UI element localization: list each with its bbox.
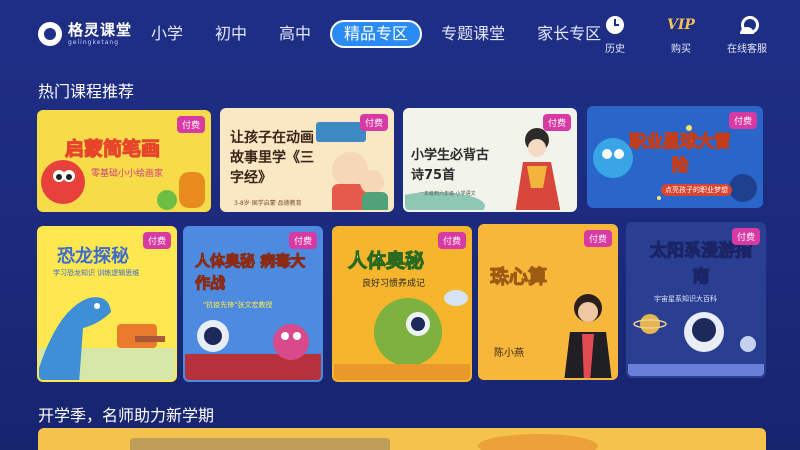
brand-logo: 格灵课堂 gelingketang (38, 22, 132, 46)
paid-badge: 付费 (731, 228, 760, 245)
customer-service-icon (738, 16, 759, 34)
course-subtitle: "抗疫先锋"张文宏教授 (203, 301, 273, 309)
course-title: 恐龙探秘 (57, 246, 129, 267)
course-title: 人体奥秘 病毒大作战 (195, 252, 306, 293)
course-title: 太阳系漫游指南 (650, 241, 753, 288)
course-subtitle: 良好习惯养成记 (362, 279, 426, 289)
nav-tab-junior-high[interactable]: 初中 (202, 20, 260, 48)
course-card[interactable]: 人体奥秘 良好习惯养成记 付费 (332, 226, 472, 382)
course-card[interactable]: 启蒙简笔画 零基础小小绘画家 付费 (37, 110, 211, 212)
main-nav: 小学 初中 高中 精品专区 专题课堂 家长专区 (138, 20, 620, 48)
course-title: 人体奥秘 (347, 250, 425, 273)
paid-badge: 付费 (176, 116, 205, 133)
vip-icon: VIP (667, 17, 695, 33)
brand-name: 格灵课堂 (68, 20, 133, 39)
banner-decoration (130, 438, 390, 450)
school-season-banner[interactable] (38, 428, 766, 450)
course-title: 珠心算 (489, 266, 548, 289)
brand-pinyin: gelingketang (68, 38, 120, 46)
course-card[interactable]: 小学生必背古诗75首 一年级到六年级·小学语文 付费 (403, 108, 577, 212)
course-card[interactable]: 人体奥秘 病毒大作战 "抗疫先锋"张文宏教授 付费 (183, 226, 323, 382)
paid-badge: 付费 (728, 112, 757, 129)
course-title: 启蒙简笔画 (64, 138, 161, 161)
nav-tab-senior-high[interactable]: 高中 (266, 20, 324, 48)
paid-badge: 付费 (437, 232, 466, 249)
course-title: 职业星球大冒险 (629, 132, 732, 177)
history-label: 历史 (605, 44, 625, 55)
paid-badge: 付费 (583, 230, 612, 247)
purchase-button[interactable]: VIP 购买 (658, 14, 704, 55)
course-card[interactable]: 职业星球大冒险 点亮孩子的职业梦想 付费 (587, 106, 763, 208)
customer-service-button[interactable]: 在线客服 (724, 14, 770, 55)
nav-tab-topic-class[interactable]: 专题课堂 (428, 20, 518, 48)
nav-tab-primary-school[interactable]: 小学 (138, 20, 196, 48)
course-subtitle: 宇宙星系知识大百科 (654, 295, 717, 303)
history-button[interactable]: 历史 (592, 14, 638, 55)
course-subtitle: 一年级到六年级·小学语文 (419, 191, 476, 197)
course-card[interactable]: 让孩子在动画故事里学《三字经》 3-8岁·国学启蒙·品德教育 付费 (220, 108, 394, 212)
section-title-hot-courses: 热门课程推荐 (38, 82, 135, 101)
paid-badge: 付费 (542, 114, 571, 131)
clock-icon (606, 16, 624, 34)
course-subtitle: 3-8岁·国学启蒙·品德教育 (234, 200, 302, 207)
course-subtitle: 陈小燕 (494, 348, 524, 359)
paid-badge: 付费 (359, 114, 388, 131)
course-title: 让孩子在动画故事里学《三字经》 (230, 130, 314, 186)
course-subtitle: 点亮孩子的职业梦想 (661, 184, 732, 196)
course-subtitle: 零基础小小绘画家 (91, 169, 164, 179)
customer-service-label: 在线客服 (727, 44, 767, 55)
logo-icon (38, 22, 62, 46)
course-title: 小学生必背古诗75首 (411, 148, 490, 183)
paid-badge: 付费 (288, 232, 317, 249)
header-actions: 历史 VIP 购买 在线客服 (592, 14, 770, 55)
course-card[interactable]: 恐龙探秘 学习恐龙知识 训练逻辑思维 付费 (37, 226, 177, 382)
course-subtitle: 学习恐龙知识 训练逻辑思维 (53, 269, 140, 277)
course-card[interactable]: 珠心算 陈小燕 付费 (478, 224, 618, 380)
purchase-label: 购买 (671, 44, 691, 55)
banner-decoration (478, 434, 598, 450)
nav-tab-premium-zone[interactable]: 精品专区 (330, 20, 423, 48)
section-title-school-season: 开学季，名师助力新学期 (38, 406, 215, 425)
paid-badge: 付费 (142, 232, 171, 249)
course-card[interactable]: 太阳系漫游指南 宇宙星系知识大百科 付费 (626, 222, 766, 378)
top-bar: 格灵课堂 gelingketang 小学 初中 高中 精品专区 专题课堂 家长专… (0, 0, 800, 68)
